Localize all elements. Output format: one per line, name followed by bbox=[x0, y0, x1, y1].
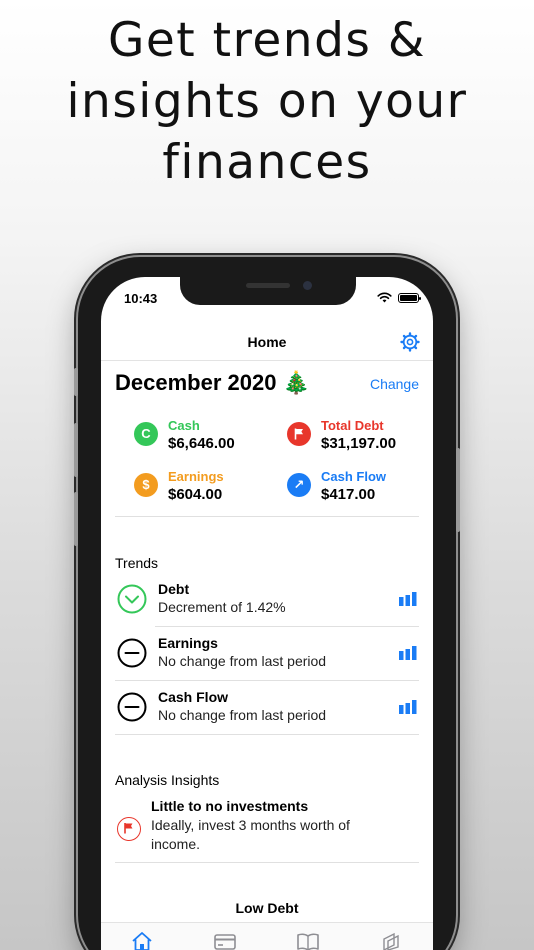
battery-icon bbox=[398, 292, 421, 303]
navigation-bar: Home bbox=[101, 325, 433, 361]
speaker bbox=[246, 283, 290, 288]
period-header: December 2020 🎄 Change bbox=[115, 370, 419, 400]
minus-circle-icon bbox=[117, 692, 147, 722]
period-title: December 2020 🎄 bbox=[115, 370, 310, 395]
marketing-headline: Get trends & insights on your finances bbox=[0, 10, 534, 193]
chevron-down-circle-icon bbox=[117, 584, 147, 614]
headline-line-3: finances bbox=[162, 135, 372, 190]
divider bbox=[115, 734, 419, 735]
trend-row-cash-flow[interactable]: Cash Flow No change from last period bbox=[115, 680, 419, 734]
headline-line-2: insights on your bbox=[66, 74, 468, 129]
summary-value: $6,646.00 bbox=[168, 435, 235, 452]
summary-label: Total Debt bbox=[321, 418, 384, 433]
book-icon[interactable] bbox=[296, 931, 320, 950]
mute-switch bbox=[74, 368, 78, 396]
tab-bar bbox=[101, 922, 433, 950]
status-icons bbox=[377, 292, 421, 303]
headline-line-1: Get trends & bbox=[107, 13, 427, 68]
trend-description: Decrement of 1.42% bbox=[158, 599, 286, 615]
bar-chart-icon[interactable] bbox=[399, 592, 417, 606]
wifi-icon bbox=[377, 292, 392, 303]
insight-description: Ideally, invest 3 months worth of income… bbox=[151, 817, 350, 852]
trends-title: Trends bbox=[115, 555, 159, 571]
change-period-button[interactable]: Change bbox=[370, 376, 419, 392]
volume-down-button bbox=[74, 492, 78, 546]
divider bbox=[115, 862, 419, 863]
home-icon[interactable] bbox=[130, 931, 154, 950]
summary-value: $604.00 bbox=[168, 486, 223, 503]
front-camera bbox=[303, 281, 312, 290]
insights-title: Analysis Insights bbox=[115, 772, 220, 788]
low-debt-title: Low Debt bbox=[235, 900, 299, 916]
minus-circle-icon bbox=[117, 638, 147, 668]
status-time: 10:43 bbox=[124, 291, 158, 306]
gear-icon[interactable] bbox=[400, 332, 420, 352]
summary-label: Earnings bbox=[168, 469, 224, 484]
trend-description: No change from last period bbox=[158, 707, 327, 723]
arrow-up-right-icon: ↗ bbox=[287, 473, 311, 497]
trend-name: Debt bbox=[158, 581, 190, 597]
card-icon[interactable] bbox=[213, 931, 237, 950]
bar-chart-icon[interactable] bbox=[399, 700, 417, 714]
trend-row-debt[interactable]: Debt Decrement of 1.42% bbox=[115, 572, 419, 626]
volume-up-button bbox=[74, 423, 78, 477]
trend-name: Earnings bbox=[158, 635, 218, 651]
app-screen: 10:43 Home December 2020 🎄 Change C Cash… bbox=[101, 277, 433, 950]
cash-icon: C bbox=[134, 422, 158, 446]
notch bbox=[180, 277, 356, 305]
divider bbox=[115, 516, 419, 517]
trend-name: Cash Flow bbox=[158, 689, 229, 705]
insight-name: Little to no investments bbox=[151, 798, 309, 814]
summary-value: $31,197.00 bbox=[321, 435, 397, 452]
dollar-icon: $ bbox=[134, 473, 158, 497]
trend-row-earnings[interactable]: Earnings No change from last period bbox=[115, 626, 419, 680]
summary-label: Cash Flow bbox=[321, 469, 387, 484]
nav-title: Home bbox=[247, 334, 287, 350]
summary-label: Cash bbox=[168, 418, 200, 433]
flag-icon bbox=[287, 422, 311, 446]
bar-chart-icon[interactable] bbox=[399, 646, 417, 660]
stack-icon[interactable] bbox=[380, 931, 404, 950]
trend-description: No change from last period bbox=[158, 653, 327, 669]
power-button bbox=[456, 448, 460, 532]
flag-icon bbox=[117, 817, 141, 841]
summary-value: $417.00 bbox=[321, 486, 376, 503]
